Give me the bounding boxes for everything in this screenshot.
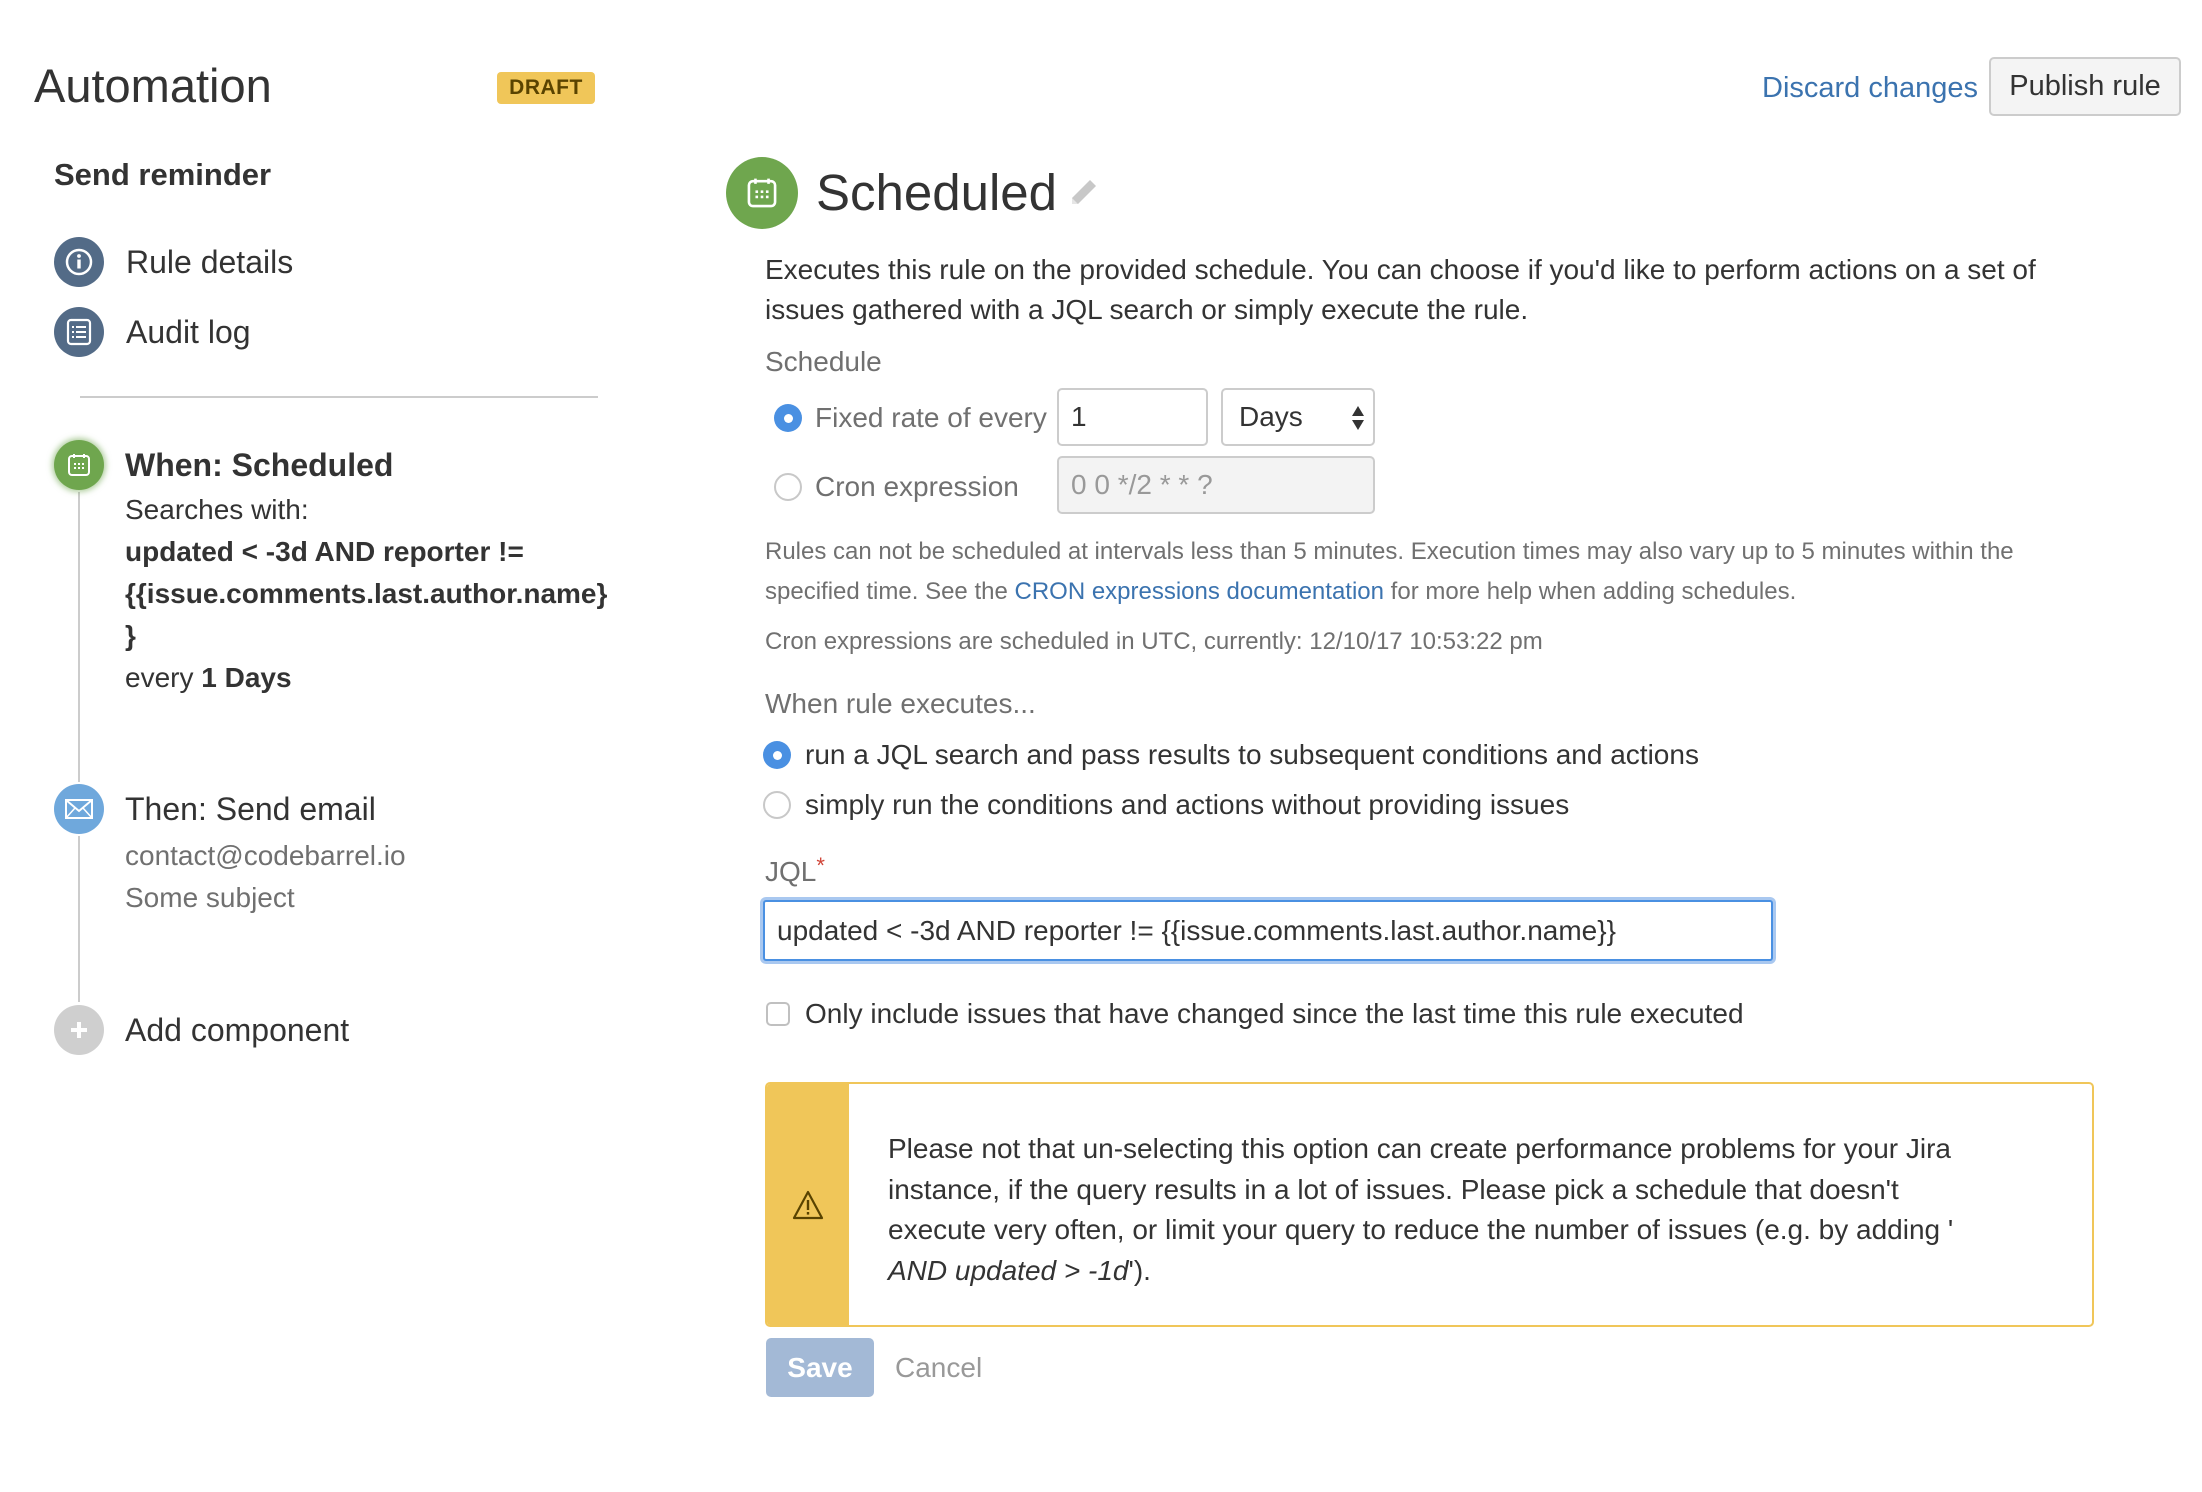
searches-label: Searches with: [125,494,309,525]
jql-label-text: JQL [765,856,817,887]
required-marker: * [816,853,825,878]
step-title: When: Scheduled [125,447,394,483]
fixed-rate-radio[interactable] [774,404,802,432]
publish-rule-button[interactable]: Publish rule [1989,57,2181,116]
help-text: specified time. See the [765,578,1008,605]
select-arrows-icon [1352,406,1364,430]
add-component-button[interactable]: Add component [54,1005,349,1055]
warning-line: execute very often, or limit your query … [888,1214,1954,1245]
warning-suffix: '). [1128,1254,1151,1286]
help-line: Rules can not be scheduled at intervals … [765,538,2014,565]
sidebar-divider [80,396,598,398]
help-line: specified time. See the CRON expressions… [765,572,2014,612]
save-button[interactable]: Save [766,1338,874,1397]
jql-summary-line: } [125,620,136,651]
help-text: for more help when adding schedules. [1390,578,1797,605]
timeline-connector [78,492,80,782]
warning-text: Please not that un-selecting this option… [888,1129,1998,1291]
page-title: Automation [34,59,272,112]
jql-label: JQL* [765,853,825,889]
cron-expression-input[interactable]: 0 0 */2 * * ? [1057,456,1375,514]
description-line: Executes this rule on the provided sched… [765,254,2036,285]
component-title: Scheduled [816,164,1058,221]
status-badge: DRAFT [497,72,595,104]
run-without-issues-label: simply run the conditions and actions wi… [805,789,1570,820]
discard-changes-link[interactable]: Discard changes [1762,70,1978,106]
warning-example: AND updated > -1d [888,1254,1129,1286]
list-icon [54,307,104,357]
only-changed-checkbox[interactable] [766,1002,790,1026]
warning-line: AND updated > -1d'). [888,1251,1998,1292]
component-description: Executes this rule on the provided sched… [765,250,2036,330]
utc-note: Cron expressions are scheduled in UTC, c… [765,628,1543,655]
sidebar-item-label: Rule details [126,244,294,280]
sidebar-item-audit-log[interactable]: Audit log [54,307,251,357]
pencil-icon[interactable] [1068,178,1098,213]
info-icon [54,237,104,287]
schedule-summary-prefix: every [125,662,194,693]
cron-expression-radio[interactable] [774,473,802,501]
sidebar-item-label: Audit log [126,314,251,350]
plus-icon [54,1005,104,1055]
fixed-rate-value-input[interactable]: 1 [1057,388,1208,446]
sidebar-item-rule-details[interactable]: Rule details [54,237,293,287]
mail-icon [54,784,104,834]
warning-icon [792,1190,824,1219]
cron-expression-label: Cron expression [815,471,1019,502]
email-subject: Some subject [125,882,295,913]
jql-summary-line: updated < -3d AND reporter != [125,536,524,567]
timeline-connector [78,836,80,1002]
warning-line: instance, if the query results in a lot … [888,1173,1899,1205]
run-jql-radio[interactable] [763,741,791,769]
warning-message: Please not that un-selecting this option… [765,1082,2094,1327]
cancel-button[interactable]: Cancel [895,1351,982,1385]
rule-name: Send reminder [54,157,272,192]
cron-documentation-link[interactable]: CRON expressions documentation [1014,578,1384,605]
only-changed-label: Only include issues that have changed si… [805,998,1744,1029]
calendar-icon [726,157,798,229]
fixed-rate-unit-select[interactable]: Days [1221,388,1375,446]
schedule-help-text: Rules can not be scheduled at intervals … [765,532,2014,612]
description-line: issues gathered with a JQL search or sim… [765,294,1529,325]
warning-sidebar [767,1084,849,1325]
fixed-rate-label: Fixed rate of every [815,402,1047,433]
fixed-rate-unit-value: Days [1239,401,1303,432]
step-title: Then: Send email [125,791,376,827]
schedule-label: Schedule [765,346,882,377]
schedule-summary-value: 1 Days [201,662,292,693]
run-without-issues-radio[interactable] [763,791,791,819]
warning-line: Please not that un-selecting this option… [888,1133,1952,1164]
schedule-summary: every 1 Days [125,661,292,695]
when-rule-executes-label: When rule executes... [765,688,1036,719]
jql-summary-line: {{issue.comments.last.author.name} [125,578,608,609]
email-recipient: contact@codebarrel.io [125,840,406,871]
jql-input[interactable]: updated < -3d AND reporter != {{issue.co… [763,900,1773,961]
add-component-label: Add component [125,1012,350,1048]
calendar-icon [54,440,104,490]
run-jql-label: run a JQL search and pass results to sub… [805,739,1699,770]
